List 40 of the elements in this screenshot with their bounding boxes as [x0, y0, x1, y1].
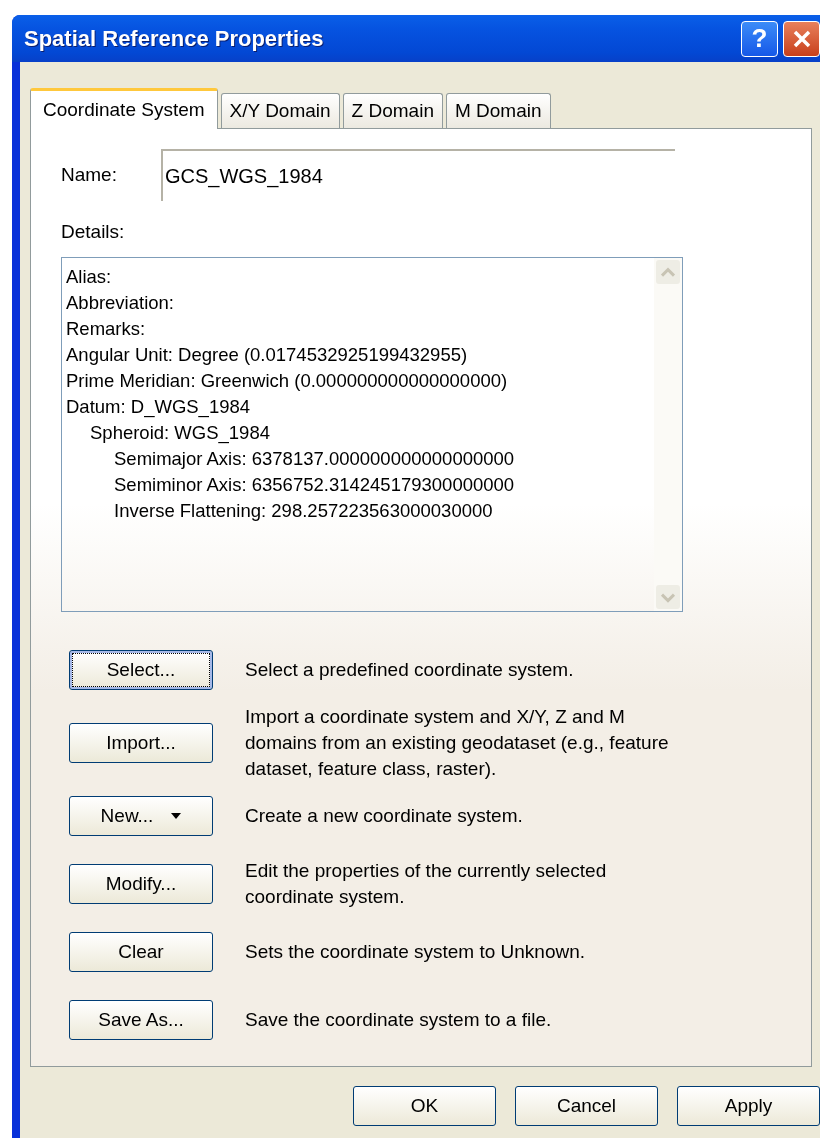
detail-line: Semimajor Axis: 6378137.000000000000000000 — [114, 448, 515, 469]
detail-line: Inverse Flattening: 298.257223563000030000 — [114, 500, 493, 521]
detail-line: Alias: — [66, 266, 112, 287]
action-button[interactable]: Modify... — [69, 864, 213, 904]
dialog-button[interactable]: OK — [353, 1086, 496, 1126]
action-button[interactable]: New... — [69, 796, 213, 836]
dialog-button[interactable]: Apply — [677, 1086, 820, 1126]
action-description: Import a coordinate system and X/Y, Z and M domains from an existing geodataset (e.g., feature dataset, feature class, raster). — [245, 705, 670, 781]
action-button[interactable]: Save As... — [69, 1000, 213, 1040]
detail-line: Abbreviation: — [66, 292, 174, 313]
name-field[interactable]: GCS_WGS_1984 — [160, 149, 675, 201]
action-button[interactable]: Select... — [69, 650, 213, 690]
tab[interactable]: Coordinate System — [30, 88, 218, 129]
action-button[interactable]: Import... — [69, 723, 213, 763]
detail-line: Semiminor Axis: 6356752.314245179300000000 — [114, 474, 515, 495]
tab[interactable]: Z Domain — [342, 93, 443, 128]
scrollbar[interactable] — [654, 258, 682, 611]
window-title: Spatial Reference Properties — [24, 25, 325, 52]
tab[interactable]: X/Y Domain — [220, 93, 340, 128]
action-description: Save the coordinate system to a file. — [245, 1008, 553, 1032]
detail-line: Prime Meridian: Greenwich (0.000000000000000000) — [66, 370, 508, 391]
name-label: Name: — [61, 164, 117, 186]
tab[interactable]: M Domain — [445, 93, 551, 128]
help-button[interactable]: ? — [741, 20, 778, 57]
detail-line: Remarks: — [66, 318, 146, 339]
scroll-up-icon[interactable] — [656, 260, 680, 284]
action-description: Select a predefined coordinate system. — [245, 658, 575, 682]
detail-line: Datum: D_WGS_1984 — [66, 396, 251, 417]
action-button[interactable]: Clear — [69, 932, 213, 972]
action-description: Create a new coordinate system. — [245, 804, 524, 828]
details-label: Details: — [61, 221, 126, 243]
caret-icon — [171, 813, 182, 819]
dialog-button[interactable]: Cancel — [515, 1086, 658, 1126]
scroll-down-icon[interactable] — [656, 585, 680, 609]
action-description: Edit the properties of the currently selected coordinate system. — [245, 859, 608, 909]
detail-line: Spheroid: WGS_1984 — [90, 422, 270, 443]
action-description: Sets the coordinate system to Unknown. — [245, 940, 587, 964]
close-button[interactable] — [783, 20, 820, 57]
detail-line: Angular Unit: Degree (0.0174532925199432955) — [66, 344, 468, 365]
details-text-area[interactable] — [61, 257, 683, 612]
